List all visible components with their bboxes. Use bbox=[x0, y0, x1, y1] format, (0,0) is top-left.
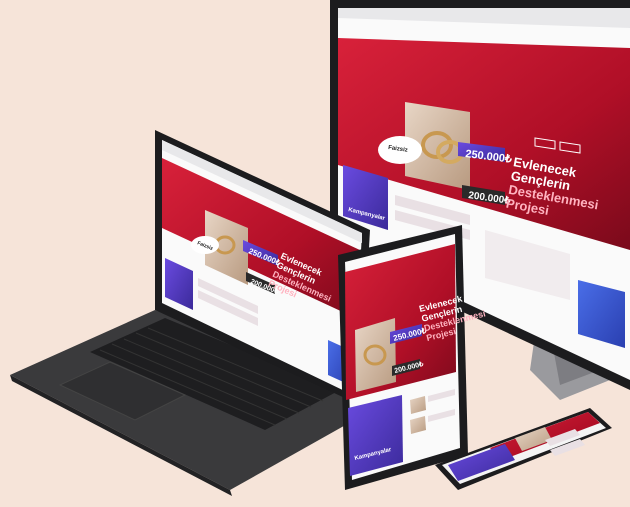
tablet-card-purple bbox=[348, 395, 403, 476]
device-mockup-scene: 250.000₺ 200.000₺ Faizsiz Evlenecek Genç… bbox=[10, 0, 630, 496]
